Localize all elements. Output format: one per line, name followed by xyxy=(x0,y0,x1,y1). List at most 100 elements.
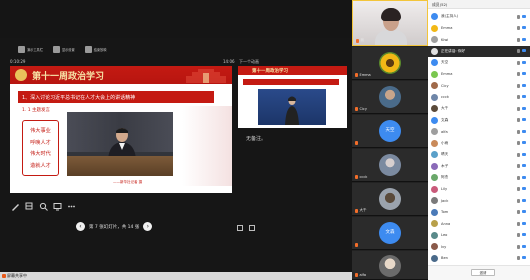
mic-icon[interactable] xyxy=(517,244,520,249)
slogan-line: 呼唤人才 xyxy=(30,139,51,146)
camera-icon[interactable] xyxy=(522,244,526,248)
video-tile-active[interactable]: 我 xyxy=(352,0,428,46)
mic-icon xyxy=(355,273,358,277)
avatar: 文森 xyxy=(379,222,401,244)
mic-icon[interactable] xyxy=(517,95,520,100)
member-list: 我(主持人) Emma Kiwi 正在讲话: 你好 天空 Emma Cicy ccck 大千 文森… xyxy=(428,11,530,264)
member-row[interactable]: Kiwi xyxy=(428,34,530,46)
video-tile[interactable]: 文森 xyxy=(352,217,428,250)
member-row[interactable]: Anna xyxy=(428,218,530,230)
member-row[interactable]: alfa xyxy=(428,126,530,138)
mic-icon[interactable] xyxy=(517,118,520,123)
member-row[interactable]: Emma xyxy=(428,69,530,81)
member-row[interactable]: 小雨 xyxy=(428,138,530,150)
clock: 14:06 xyxy=(223,59,235,64)
mic-icon[interactable] xyxy=(517,106,520,111)
video-tile[interactable]: ccck xyxy=(352,149,428,182)
zoom-tool-button[interactable] xyxy=(39,196,48,211)
next-slide-preview[interactable]: 第十一周政治学习 xyxy=(238,66,347,128)
current-slide[interactable]: 第十一周政治学习 1、深入讨论习近平总书记在人才大会上的讲话精神 1. 1 主题… xyxy=(10,66,232,193)
mic-icon[interactable] xyxy=(517,141,520,146)
pen-tool-button[interactable] xyxy=(11,196,20,211)
camera-icon[interactable] xyxy=(522,37,526,41)
camera-icon[interactable] xyxy=(522,129,526,133)
camera-icon[interactable] xyxy=(522,187,526,191)
member-row[interactable]: Leo xyxy=(428,230,530,242)
camera-icon[interactable] xyxy=(522,210,526,214)
camera-icon[interactable] xyxy=(522,72,526,76)
mic-icon[interactable] xyxy=(517,26,520,31)
slogan-line: 伟大事业 xyxy=(30,128,51,135)
invite-button[interactable]: 邀请 xyxy=(471,269,495,276)
member-row[interactable]: Tom xyxy=(428,207,530,219)
video-tile[interactable]: Emma xyxy=(352,47,428,80)
camera-icon[interactable] xyxy=(522,49,526,53)
camera-icon[interactable] xyxy=(522,221,526,225)
mic-icon[interactable] xyxy=(517,198,520,203)
zoom-out-icon[interactable] xyxy=(237,225,243,231)
member-row[interactable]: Ivy xyxy=(428,241,530,253)
member-row[interactable]: Lily xyxy=(428,184,530,196)
member-row[interactable]: Emma xyxy=(428,23,530,35)
mic-icon[interactable] xyxy=(517,187,520,192)
mic-icon[interactable] xyxy=(517,72,520,77)
member-name: Ben xyxy=(441,256,448,261)
speech-photo xyxy=(67,112,173,176)
mic-icon[interactable] xyxy=(517,210,520,215)
camera-icon[interactable] xyxy=(522,14,526,18)
zoom-in-icon[interactable] xyxy=(249,225,255,231)
mic-icon[interactable] xyxy=(517,256,520,261)
mic-icon[interactable] xyxy=(517,37,520,42)
eraser-tool-button[interactable] xyxy=(25,196,34,210)
camera-icon[interactable] xyxy=(522,106,526,110)
screen-tool-button[interactable] xyxy=(53,196,62,211)
video-tile[interactable]: 大千 xyxy=(352,183,428,216)
mic-icon[interactable] xyxy=(517,221,520,226)
video-tile[interactable]: Cicy xyxy=(352,81,428,114)
photo-desk xyxy=(67,156,173,176)
mic-icon[interactable] xyxy=(517,129,520,134)
end-show-button[interactable]: 结束放映 xyxy=(84,43,106,55)
member-row[interactable]: 正在讲话: 你好 xyxy=(428,45,530,57)
member-row[interactable]: 晴天 xyxy=(428,149,530,161)
presenter-tools-button[interactable]: 演示工具栏 xyxy=(18,43,43,55)
more-options-button[interactable] xyxy=(67,196,76,208)
camera-icon[interactable] xyxy=(522,83,526,87)
camera-icon[interactable] xyxy=(522,141,526,145)
member-row[interactable]: Cicy xyxy=(428,80,530,92)
video-tile-name: alfa xyxy=(359,273,367,277)
mic-icon[interactable] xyxy=(517,14,520,19)
member-row[interactable]: 天空 xyxy=(428,57,530,69)
display-settings-button[interactable]: 显示设置 xyxy=(52,43,75,55)
member-row[interactable]: 我(主持人) xyxy=(428,11,530,23)
mic-icon[interactable] xyxy=(517,60,520,65)
mic-icon[interactable] xyxy=(517,164,520,169)
camera-icon[interactable] xyxy=(522,164,526,168)
camera-icon[interactable] xyxy=(522,256,526,260)
camera-icon[interactable] xyxy=(522,152,526,156)
video-tile[interactable]: 天空 xyxy=(352,115,428,148)
camera-icon[interactable] xyxy=(522,175,526,179)
member-row[interactable]: 木子 xyxy=(428,161,530,173)
camera-icon[interactable] xyxy=(522,26,526,30)
mic-icon[interactable] xyxy=(517,152,520,157)
mic-icon[interactable] xyxy=(517,175,520,180)
member-row[interactable]: Jack xyxy=(428,195,530,207)
mic-icon[interactable] xyxy=(517,49,520,54)
video-tile[interactable]: alfa xyxy=(352,251,428,280)
camera-icon[interactable] xyxy=(522,233,526,237)
member-row[interactable]: 大千 xyxy=(428,103,530,115)
mic-icon[interactable] xyxy=(517,83,520,88)
previous-slide-button[interactable]: ‹ xyxy=(76,222,85,231)
mic-icon[interactable] xyxy=(517,233,520,238)
camera-icon[interactable] xyxy=(522,60,526,64)
member-row[interactable]: 阿杰 xyxy=(428,172,530,184)
member-row[interactable]: 文森 xyxy=(428,115,530,127)
avatar xyxy=(379,154,401,176)
camera-icon[interactable] xyxy=(522,95,526,99)
next-slide-button[interactable]: › xyxy=(143,222,153,231)
member-row[interactable]: Ben xyxy=(428,253,530,265)
member-row[interactable]: ccck xyxy=(428,92,530,104)
camera-icon[interactable] xyxy=(522,198,526,202)
camera-icon[interactable] xyxy=(522,118,526,122)
